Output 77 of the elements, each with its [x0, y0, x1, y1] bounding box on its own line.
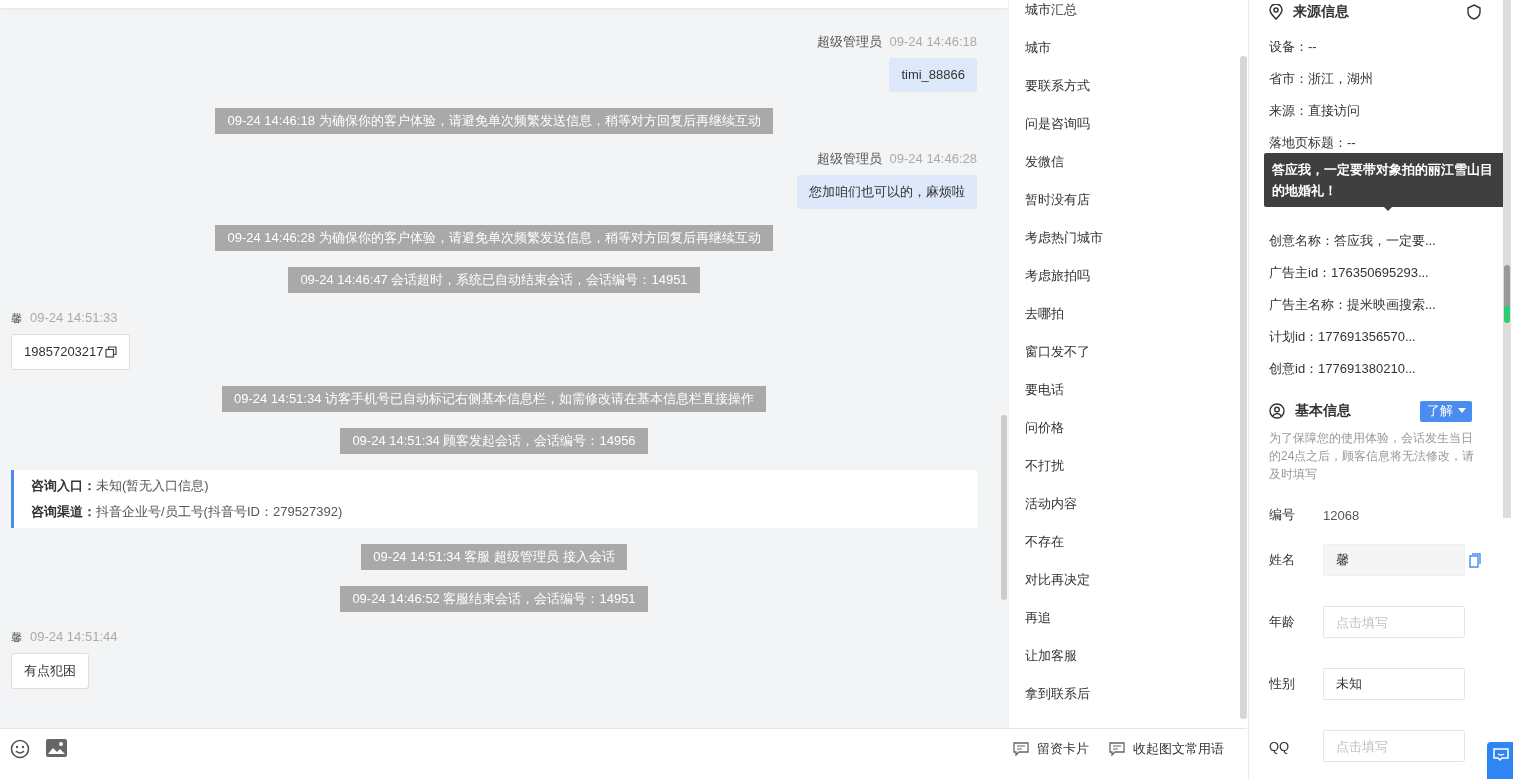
scrollbar[interactable] [1240, 56, 1247, 719]
message-bubble: 有点犯困 [11, 653, 89, 689]
chat-button[interactable] [1487, 742, 1513, 779]
quick-reply-item[interactable]: 窗口发不了 [1025, 342, 1103, 380]
message-time: 09-24 14:46:28 [889, 151, 977, 167]
chat-icon [1493, 748, 1509, 762]
source-field: 创意名称：答应我，一定要... [1269, 225, 1502, 257]
message-bubble: 您加咱们也可以的，麻烦啦 [797, 175, 977, 209]
quick-reply-item[interactable]: 要电话 [1025, 380, 1103, 418]
field-label: 编号 [1269, 506, 1296, 524]
quick-reply-item[interactable]: 考虑热门城市 [1025, 228, 1103, 266]
section-title: 来源信息 [1293, 3, 1349, 21]
quick-reply-item[interactable]: 发微信 [1025, 152, 1103, 190]
scrollbar[interactable] [1503, 0, 1511, 518]
quick-reply-item[interactable]: 要联系方式 [1025, 76, 1103, 114]
system-message: 09-24 14:51:34 访客手机号已自动标记右侧基本信息栏，如需修改请在基本信息栏直接操作 [221, 386, 767, 412]
sender-name: 超级管理员 [816, 34, 882, 50]
notice-text: 为了保障您的使用体验，会话发生当日的24点之后，顾客信息将无法修改，请及时填写 [1269, 430, 1476, 483]
message-time: 09-24 14:46:18 [889, 34, 977, 50]
system-message: 09-24 14:46:18 为确保你的客户体验，请避免单次频繁发送信息，稍等对方回复后再继续互动 [215, 108, 773, 134]
visitor-avatar: 馨 [11, 311, 22, 326]
quick-reply-item[interactable]: 问价格 [1025, 418, 1103, 456]
quick-reply-item[interactable]: 去哪拍 [1025, 304, 1103, 342]
source-field: 创意id：177691380210... [1269, 353, 1502, 385]
visitor-avatar: 馨 [11, 630, 22, 645]
quick-reply-item[interactable]: 对比再决定 [1025, 570, 1103, 608]
field-label: 姓名 [1269, 551, 1296, 569]
quick-reply-item[interactable]: 城市汇总 [1025, 0, 1103, 38]
source-field: 计划id：177691356570... [1269, 321, 1502, 353]
message-time: 09-24 14:51:33 [30, 310, 118, 326]
input-field[interactable]: 点击填写 [1323, 606, 1465, 638]
source-field: 广告主名称：提米映画搜索... [1269, 289, 1502, 321]
quick-reply-item[interactable]: 再追 [1025, 608, 1103, 646]
copy-icon[interactable] [104, 346, 117, 358]
source-field: 来源：直接访问 [1269, 95, 1502, 127]
name-field[interactable]: 馨 [1323, 544, 1465, 576]
toolbar-button[interactable]: 留资卡片 [1013, 740, 1089, 758]
shield-icon[interactable] [1466, 4, 1482, 20]
location-icon [1269, 4, 1283, 20]
system-message: 09-24 14:51:34 客服 超级管理员 接入会话 [361, 544, 627, 570]
quick-reply-item[interactable]: 暂时没有店 [1025, 190, 1103, 228]
select-field[interactable]: 未知 [1323, 668, 1465, 700]
source-field: 设备：-- [1269, 31, 1502, 63]
field-label: 性别 [1269, 675, 1296, 693]
section-title: 基本信息 [1295, 402, 1351, 420]
info-line: 咨询渠道：抖音企业号/员工号(抖音号ID：279527392) [31, 504, 344, 520]
message-time: 09-24 14:51:44 [30, 629, 118, 645]
quick-reply-item[interactable]: 考虑旅拍吗 [1025, 266, 1103, 304]
user-icon [1269, 403, 1285, 419]
input-field[interactable]: 点击填写 [1323, 730, 1465, 762]
message-bubble: timi_88866 [889, 58, 977, 92]
quick-reply-item[interactable]: 问是咨询吗 [1025, 114, 1103, 152]
info-line: 咨询入口：未知(暂无入口信息) [31, 478, 210, 494]
system-message: 09-24 14:46:47 会话超时，系统已自动结束会话，会话编号：14951 [288, 267, 700, 293]
message-bubble: 19857203217 [11, 334, 130, 370]
quick-reply-item[interactable]: 活动内容 [1025, 494, 1103, 532]
system-message: 09-24 14:51:34 顾客发起会话，会话编号：14956 [340, 428, 648, 454]
quick-reply-item[interactable]: 拿到联系后 [1025, 684, 1103, 722]
system-message: 09-24 14:46:52 客服结束会话，会话编号：14951 [340, 586, 648, 612]
image-icon[interactable] [46, 739, 67, 757]
field-label: 年龄 [1269, 613, 1296, 631]
toolbar-button[interactable]: 收起图文常用语 [1109, 740, 1224, 758]
quick-reply-item[interactable]: 让加客服 [1025, 646, 1103, 684]
source-field: 广告主id：176350695293... [1269, 257, 1502, 289]
emoji-icon[interactable] [10, 739, 30, 759]
quick-reply-item[interactable]: 不打扰 [1025, 456, 1103, 494]
sender-name: 超级管理员 [816, 151, 882, 167]
quick-reply-item[interactable]: 城市 [1025, 38, 1103, 76]
message-icon [1013, 742, 1029, 756]
quick-reply-item[interactable]: 不存在 [1025, 532, 1103, 570]
source-field: 省市：浙江，湖州 [1269, 63, 1502, 95]
caret-icon [1458, 408, 1466, 413]
scrollbar[interactable] [1001, 415, 1007, 600]
field-value: 12068 [1323, 507, 1360, 523]
message-icon [1109, 742, 1125, 756]
system-message: 09-24 14:46:28 为确保你的客户体验，请避免单次频繁发送信息，稍等对方回复后再继续互动 [215, 225, 773, 251]
field-label: QQ [1269, 738, 1291, 754]
